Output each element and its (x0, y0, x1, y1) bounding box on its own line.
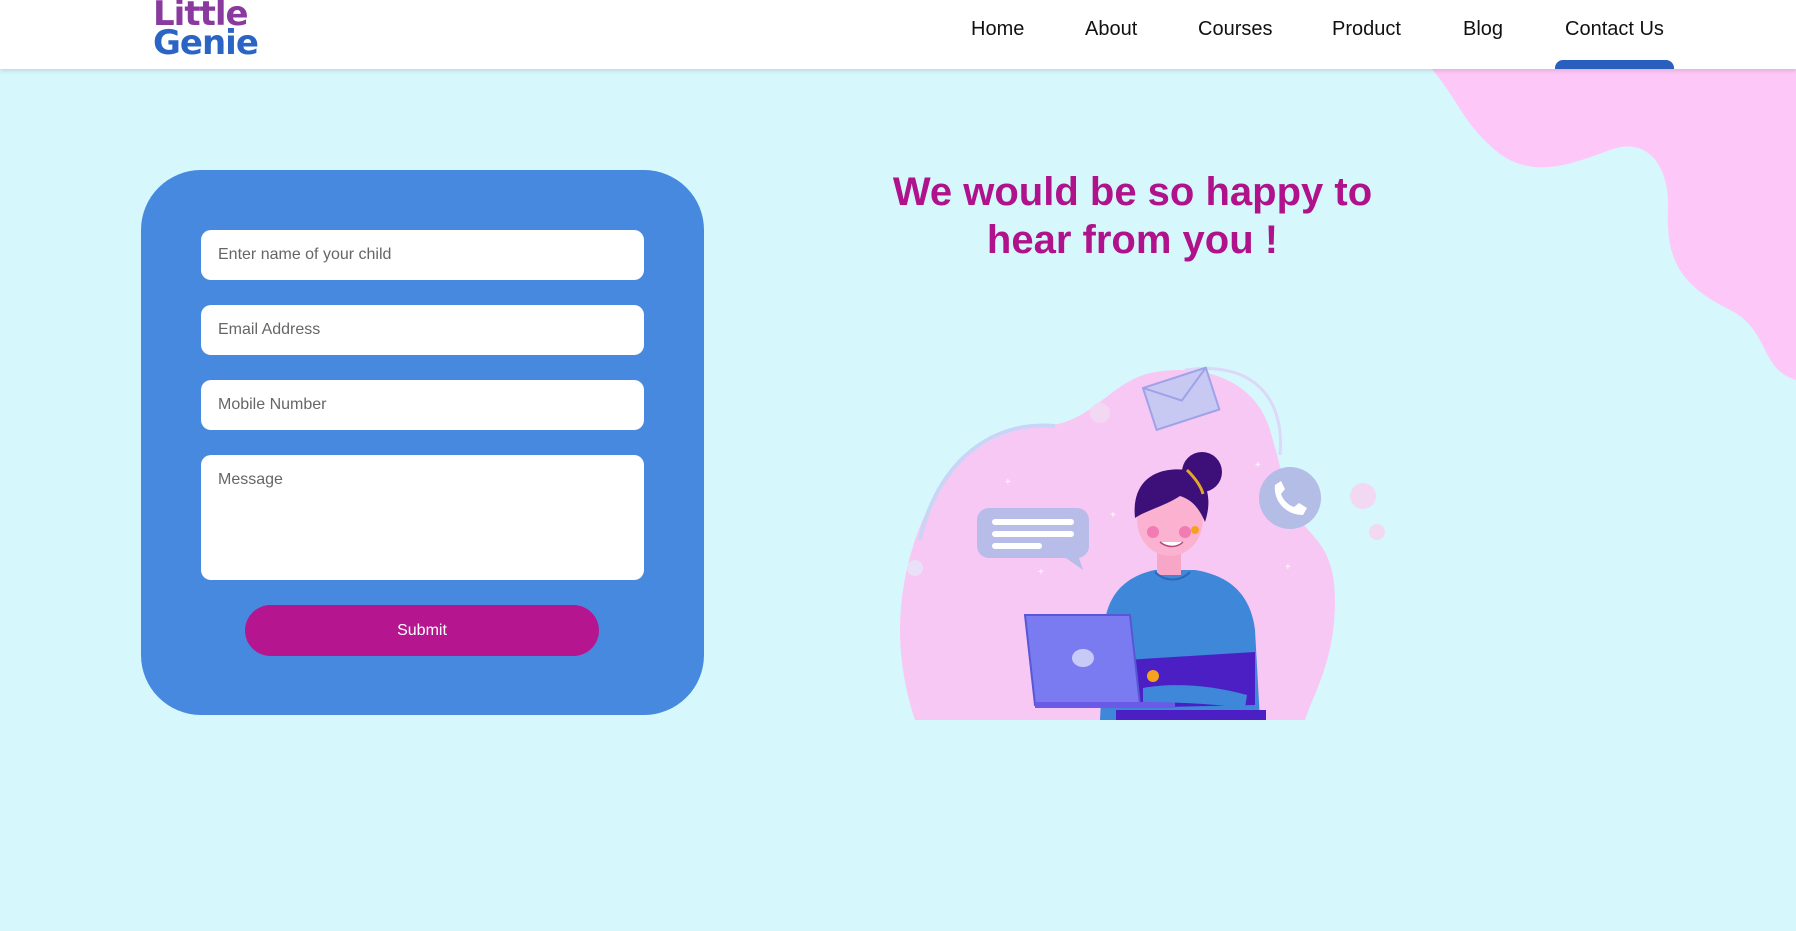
child-name-input[interactable] (201, 230, 644, 280)
email-input[interactable] (201, 305, 644, 355)
contact-form-card: Submit (141, 170, 704, 715)
nav-link-courses[interactable]: Courses (1198, 18, 1272, 48)
nav-link-blog[interactable]: Blog (1463, 18, 1503, 48)
svg-text:+: + (1285, 562, 1291, 573)
page-headline: We would be so happy to hear from you ! (870, 168, 1395, 264)
contact-illustration: + + + + + (900, 366, 1385, 720)
nav-link-product[interactable]: Product (1332, 18, 1401, 48)
svg-text:+: + (1005, 477, 1011, 488)
headline-line-2: hear from you ! (986, 218, 1279, 262)
nav-link-contact-us[interactable]: Contact Us (1565, 18, 1664, 48)
nav-link-home[interactable]: Home (971, 18, 1024, 48)
nav-active-indicator (1555, 60, 1674, 69)
navbar: Little Genie Home About Courses Product … (0, 0, 1796, 69)
nav-link-about[interactable]: About (1085, 18, 1137, 48)
headline-line-1: We would be so happy to (892, 170, 1373, 214)
mobile-input[interactable] (201, 380, 644, 430)
logo[interactable]: Little Genie (153, 0, 263, 64)
svg-text:+: + (1110, 510, 1116, 521)
phone-icon (1259, 467, 1321, 529)
svg-text:+: + (1255, 460, 1261, 471)
decorative-pink-blob (1424, 60, 1796, 380)
svg-text:+: + (1038, 567, 1044, 578)
logo-line-2: Genie (153, 23, 259, 63)
submit-button[interactable]: Submit (245, 605, 599, 656)
message-textarea[interactable] (201, 455, 644, 580)
